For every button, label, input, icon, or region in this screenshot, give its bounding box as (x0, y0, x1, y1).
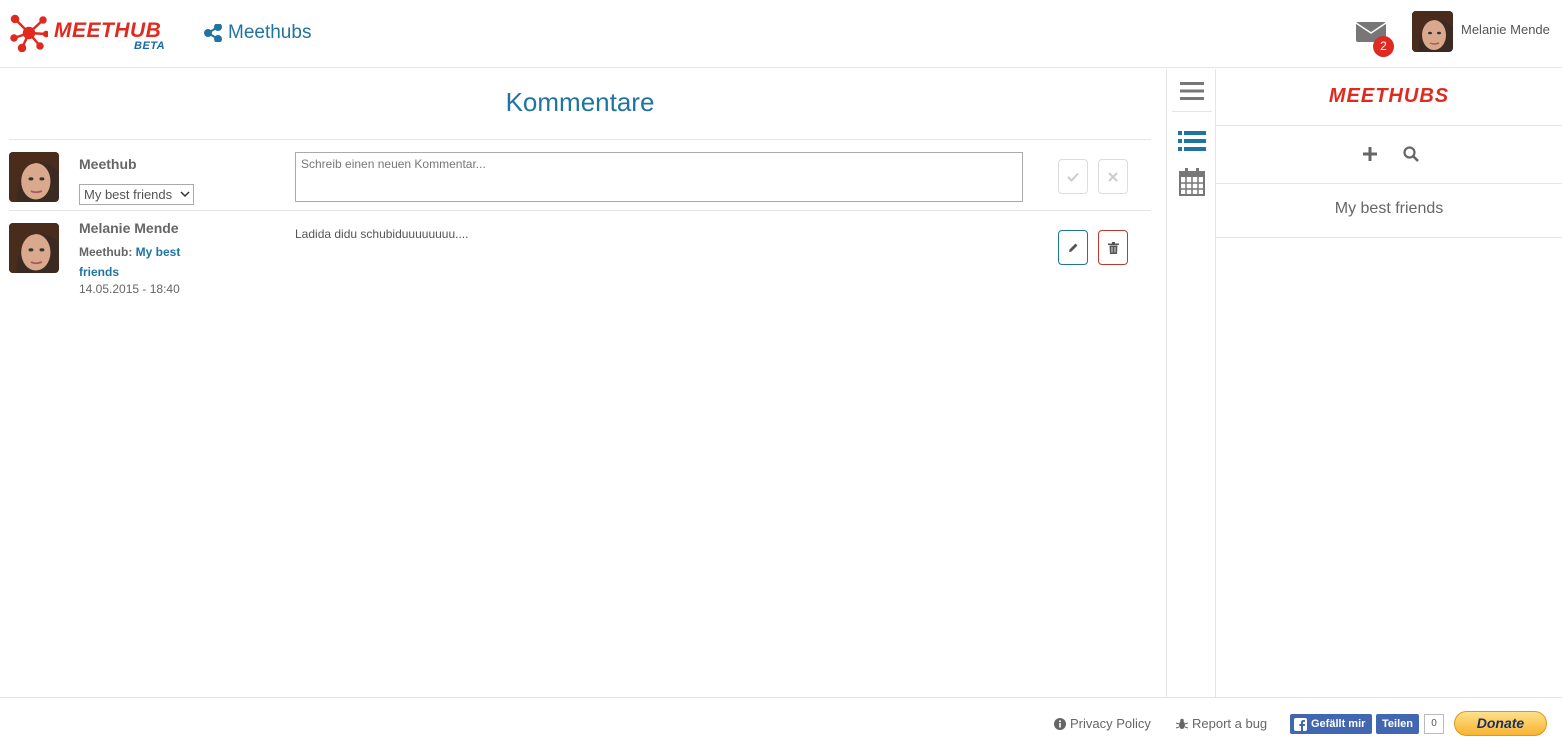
nav-meethubs-label: Meethubs (228, 22, 312, 43)
beta-badge: BETA (134, 40, 166, 52)
meethubs-panel: MEETHUBS My best friends (1216, 69, 1562, 697)
view-switcher-column (1166, 69, 1216, 697)
facebook-like-button[interactable]: Gefällt mir (1290, 714, 1372, 734)
close-icon (1108, 171, 1118, 182)
donate-button[interactable]: Donate (1454, 711, 1547, 736)
menu-toggle-button[interactable] (1177, 76, 1207, 106)
submit-comment-button[interactable] (1058, 159, 1088, 194)
facebook-share-count: 0 (1424, 714, 1444, 734)
info-icon (1054, 717, 1066, 730)
user-name[interactable]: Melanie Mende (1461, 22, 1550, 37)
facebook-share-button[interactable]: Teilen (1376, 714, 1419, 734)
search-icon (1403, 146, 1419, 162)
meethub-select-value: My best friends (84, 187, 173, 202)
divider (9, 210, 1151, 211)
comment-meethub: Meethub: My best friends (79, 242, 209, 282)
plus-icon (1363, 147, 1377, 161)
search-meethub-button[interactable] (1399, 142, 1423, 166)
new-comment-placeholder: Schreib einen neuen Kommentar... (301, 157, 486, 171)
meethub-logo[interactable]: MEETHUB BETA (10, 12, 180, 54)
comment-author: Melanie Mende (79, 220, 179, 236)
cancel-comment-button[interactable] (1098, 159, 1128, 194)
chevron-down-icon (180, 191, 190, 198)
divider (1216, 125, 1562, 126)
add-meethub-button[interactable] (1358, 142, 1382, 166)
checkmark-icon (1067, 172, 1079, 182)
comments-section: Kommentare Meethub My best friends Schre… (0, 69, 1166, 697)
edit-comment-button[interactable] (1058, 230, 1088, 265)
privacy-policy-label: Privacy Policy (1070, 716, 1151, 731)
report-bug-label: Report a bug (1192, 716, 1268, 731)
list-icon (1178, 131, 1206, 151)
avatar (9, 152, 59, 202)
comment-text: Ladida didu schubiduuuuuuuu.... (295, 227, 469, 241)
delete-comment-button[interactable] (1098, 230, 1128, 265)
divider (1216, 183, 1562, 184)
divider (1216, 237, 1562, 238)
bug-icon (1176, 718, 1188, 729)
facebook-like-label: Gefällt mir (1311, 718, 1366, 730)
footer: Privacy Policy Report a bug Gefällt mir … (0, 697, 1562, 745)
share-icon (204, 24, 222, 42)
meethub-select[interactable]: My best friends (79, 184, 194, 205)
hamburger-menu-icon (1180, 82, 1204, 100)
meethub-list-item[interactable]: My best friends (1216, 200, 1562, 218)
comment-author-avatar (9, 223, 59, 273)
network-logo-icon (10, 14, 48, 52)
new-comment-input[interactable]: Schreib einen neuen Kommentar... (295, 152, 1023, 202)
pencil-icon (1069, 243, 1078, 252)
divider (1172, 111, 1212, 112)
calendar-view-button[interactable] (1177, 167, 1207, 197)
facebook-icon (1294, 717, 1307, 731)
meethubs-panel-title: MEETHUBS (1328, 85, 1450, 107)
calendar-icon (1179, 168, 1205, 196)
privacy-policy-link[interactable]: Privacy Policy (1054, 716, 1151, 731)
divider (9, 139, 1151, 140)
page-title: Kommentare (505, 87, 655, 117)
comment-meethub-prefix: Meethub: (79, 245, 136, 259)
list-view-button[interactable] (1177, 126, 1207, 156)
report-bug-link[interactable]: Report a bug (1176, 716, 1267, 731)
trash-icon (1107, 241, 1119, 254)
top-header: MEETHUB BETA Meethubs 2 Melanie Mende (0, 0, 1562, 68)
unread-count-badge: 2 (1373, 36, 1394, 57)
nav-meethubs-link[interactable]: Meethubs (204, 20, 311, 46)
meethub-label: Meethub (79, 156, 137, 172)
user-avatar[interactable] (1412, 11, 1453, 52)
comment-timestamp: 14.05.2015 - 18:40 (79, 282, 180, 296)
